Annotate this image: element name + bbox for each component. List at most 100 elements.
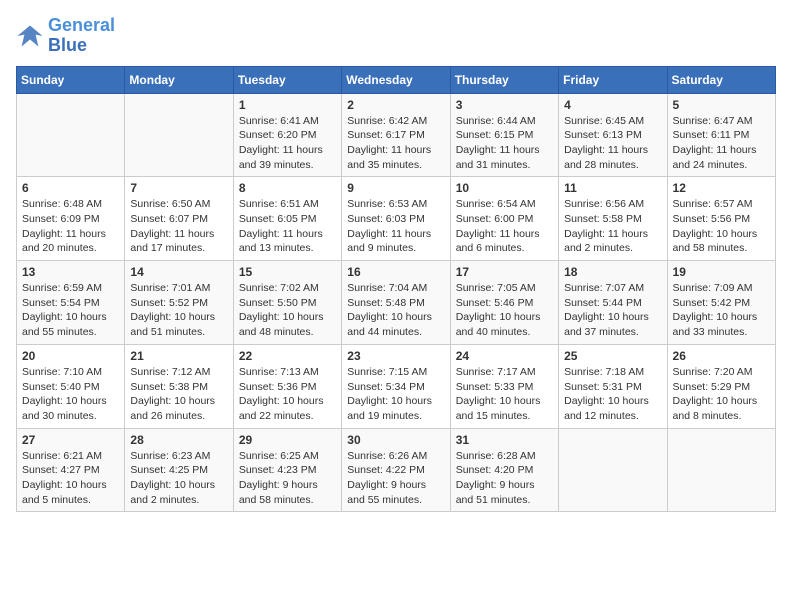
day-number: 14 [130,265,227,279]
calendar-week-row: 20Sunrise: 7:10 AM Sunset: 5:40 PM Dayli… [17,344,776,428]
day-number: 23 [347,349,444,363]
day-number: 30 [347,433,444,447]
day-number: 29 [239,433,336,447]
calendar-cell: 19 Sunrise: 7:09 AM Sunset: 5:42 PM Dayli… [667,261,775,345]
calendar-week-row: 27Sunrise: 6:21 AM Sunset: 4:27 PM Dayli… [17,428,776,512]
day-info: Sunrise: 6:26 AM Sunset: 4:22 PM Dayligh… [347,449,444,508]
calendar-cell: 13Sunrise: 6:59 AM Sunset: 5:54 PM Dayli… [17,261,125,345]
day-info: Sunrise: 7:17 AM Sunset: 5:33 PM Dayligh… [456,365,553,424]
day-number: 8 [239,181,336,195]
calendar-cell: 21 Sunrise: 7:12 AM Sunset: 5:38 PM Dayli… [125,344,233,428]
day-info: Sunrise: 6:56 AM Sunset: 5:58 PM Dayligh… [564,197,661,256]
calendar-week-row: 6 Sunrise: 6:48 AM Sunset: 6:09 PM Daylig… [17,177,776,261]
calendar-cell: 9Sunrise: 6:53 AM Sunset: 6:03 PM Daylig… [342,177,450,261]
day-info: Sunrise: 6:51 AM Sunset: 6:05 PM Dayligh… [239,197,336,256]
calendar-cell: 17 Sunrise: 7:05 AM Sunset: 5:46 PM Dayli… [450,261,558,345]
col-header-tuesday: Tuesday [233,66,341,93]
calendar-cell: 25 Sunrise: 7:18 AM Sunset: 5:31 PM Dayli… [559,344,667,428]
calendar-cell: 7Sunrise: 6:50 AM Sunset: 6:07 PM Daylig… [125,177,233,261]
day-number: 31 [456,433,553,447]
day-info: Sunrise: 7:01 AM Sunset: 5:52 PM Dayligh… [130,281,227,340]
day-info: Sunrise: 7:20 AM Sunset: 5:29 PM Dayligh… [673,365,770,424]
calendar-cell: 29 Sunrise: 6:25 AM Sunset: 4:23 PM Dayli… [233,428,341,512]
calendar-cell: 14 Sunrise: 7:01 AM Sunset: 5:52 PM Dayli… [125,261,233,345]
day-info: Sunrise: 6:57 AM Sunset: 5:56 PM Dayligh… [673,197,770,256]
day-info: Sunrise: 7:13 AM Sunset: 5:36 PM Dayligh… [239,365,336,424]
calendar-week-row: 1Sunrise: 6:41 AM Sunset: 6:20 PM Daylig… [17,93,776,177]
day-number: 27 [22,433,119,447]
day-info: Sunrise: 6:23 AM Sunset: 4:25 PM Dayligh… [130,449,227,508]
calendar-cell [667,428,775,512]
logo-bird-icon [16,22,44,50]
day-info: Sunrise: 6:44 AM Sunset: 6:15 PM Dayligh… [456,114,553,173]
day-number: 24 [456,349,553,363]
calendar-cell [125,93,233,177]
calendar-cell: 27Sunrise: 6:21 AM Sunset: 4:27 PM Dayli… [17,428,125,512]
day-info: Sunrise: 6:45 AM Sunset: 6:13 PM Dayligh… [564,114,661,173]
day-number: 21 [130,349,227,363]
calendar-cell: 3Sunrise: 6:44 AM Sunset: 6:15 PM Daylig… [450,93,558,177]
calendar-cell: 30 Sunrise: 6:26 AM Sunset: 4:22 PM Dayli… [342,428,450,512]
day-number: 11 [564,181,661,195]
calendar-cell: 23 Sunrise: 7:15 AM Sunset: 5:34 PM Dayli… [342,344,450,428]
day-info: Sunrise: 7:12 AM Sunset: 5:38 PM Dayligh… [130,365,227,424]
day-number: 4 [564,98,661,112]
col-header-thursday: Thursday [450,66,558,93]
calendar-cell: 24 Sunrise: 7:17 AM Sunset: 5:33 PM Dayli… [450,344,558,428]
calendar-cell: 11 Sunrise: 6:56 AM Sunset: 5:58 PM Dayli… [559,177,667,261]
calendar-cell: 1Sunrise: 6:41 AM Sunset: 6:20 PM Daylig… [233,93,341,177]
day-info: Sunrise: 7:07 AM Sunset: 5:44 PM Dayligh… [564,281,661,340]
day-info: Sunrise: 7:15 AM Sunset: 5:34 PM Dayligh… [347,365,444,424]
calendar-cell: 20Sunrise: 7:10 AM Sunset: 5:40 PM Dayli… [17,344,125,428]
day-number: 15 [239,265,336,279]
day-number: 16 [347,265,444,279]
col-header-sunday: Sunday [17,66,125,93]
day-number: 22 [239,349,336,363]
calendar-header-row: SundayMondayTuesdayWednesdayThursdayFrid… [17,66,776,93]
calendar-cell: 4 Sunrise: 6:45 AM Sunset: 6:13 PM Daylig… [559,93,667,177]
col-header-friday: Friday [559,66,667,93]
calendar-cell: 5 Sunrise: 6:47 AM Sunset: 6:11 PM Daylig… [667,93,775,177]
day-number: 10 [456,181,553,195]
calendar-cell: 12 Sunrise: 6:57 AM Sunset: 5:56 PM Dayli… [667,177,775,261]
calendar-cell: 10 Sunrise: 6:54 AM Sunset: 6:00 PM Dayli… [450,177,558,261]
calendar-cell: 15 Sunrise: 7:02 AM Sunset: 5:50 PM Dayli… [233,261,341,345]
day-info: Sunrise: 6:54 AM Sunset: 6:00 PM Dayligh… [456,197,553,256]
day-number: 18 [564,265,661,279]
day-number: 12 [673,181,770,195]
calendar-cell [559,428,667,512]
day-number: 5 [673,98,770,112]
day-info: Sunrise: 7:02 AM Sunset: 5:50 PM Dayligh… [239,281,336,340]
logo-text: General Blue [48,16,115,56]
calendar-cell: 26 Sunrise: 7:20 AM Sunset: 5:29 PM Dayli… [667,344,775,428]
calendar-week-row: 13Sunrise: 6:59 AM Sunset: 5:54 PM Dayli… [17,261,776,345]
calendar-cell: 18 Sunrise: 7:07 AM Sunset: 5:44 PM Dayli… [559,261,667,345]
day-info: Sunrise: 6:28 AM Sunset: 4:20 PM Dayligh… [456,449,553,508]
logo: General Blue [16,16,115,56]
day-number: 6 [22,181,119,195]
calendar-cell: 8 Sunrise: 6:51 AM Sunset: 6:05 PM Daylig… [233,177,341,261]
day-info: Sunrise: 6:25 AM Sunset: 4:23 PM Dayligh… [239,449,336,508]
calendar-cell: 16 Sunrise: 7:04 AM Sunset: 5:48 PM Dayli… [342,261,450,345]
day-number: 1 [239,98,336,112]
day-info: Sunrise: 7:09 AM Sunset: 5:42 PM Dayligh… [673,281,770,340]
day-number: 2 [347,98,444,112]
day-number: 17 [456,265,553,279]
calendar-cell [17,93,125,177]
day-number: 7 [130,181,227,195]
page-header: General Blue [16,16,776,56]
day-info: Sunrise: 6:48 AM Sunset: 6:09 PM Dayligh… [22,197,119,256]
day-number: 26 [673,349,770,363]
day-number: 20 [22,349,119,363]
day-number: 25 [564,349,661,363]
calendar-cell: 22 Sunrise: 7:13 AM Sunset: 5:36 PM Dayli… [233,344,341,428]
day-number: 28 [130,433,227,447]
calendar-cell: 28 Sunrise: 6:23 AM Sunset: 4:25 PM Dayli… [125,428,233,512]
col-header-saturday: Saturday [667,66,775,93]
day-info: Sunrise: 7:05 AM Sunset: 5:46 PM Dayligh… [456,281,553,340]
day-info: Sunrise: 7:18 AM Sunset: 5:31 PM Dayligh… [564,365,661,424]
day-info: Sunrise: 6:47 AM Sunset: 6:11 PM Dayligh… [673,114,770,173]
day-info: Sunrise: 6:53 AM Sunset: 6:03 PM Dayligh… [347,197,444,256]
day-info: Sunrise: 7:04 AM Sunset: 5:48 PM Dayligh… [347,281,444,340]
day-number: 19 [673,265,770,279]
